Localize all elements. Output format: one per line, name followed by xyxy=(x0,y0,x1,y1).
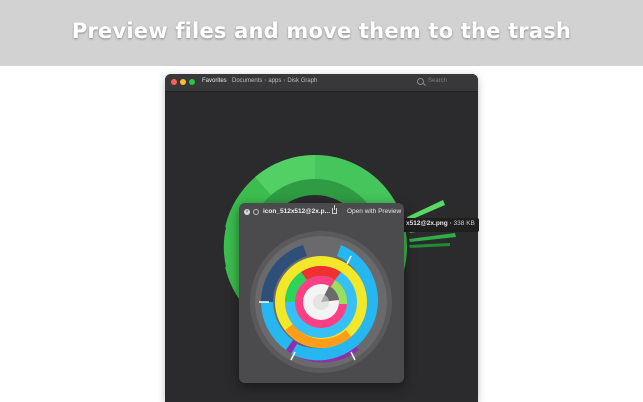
quick-look-panel: × icon_512x512@2x.p... Open with Preview xyxy=(239,203,404,383)
hover-tooltip: x512@2x.png · 338 KB xyxy=(402,218,479,232)
close-icon[interactable]: × xyxy=(244,209,250,215)
search-placeholder: Search xyxy=(428,78,448,84)
minimize-window-button[interactable] xyxy=(180,79,186,85)
breadcrumb-separator: › xyxy=(264,78,267,84)
sunburst-slice[interactable] xyxy=(409,233,456,242)
tooltip-size: 338 KB xyxy=(453,220,475,227)
search-field[interactable]: Search xyxy=(417,78,469,88)
expand-icon[interactable] xyxy=(253,209,259,215)
open-with-preview-button[interactable]: Open with Preview xyxy=(347,208,401,215)
quick-look-filename: icon_512x512@2x.p... xyxy=(263,208,331,215)
sunburst-slice[interactable] xyxy=(409,243,450,248)
favorites-button[interactable]: Favorites xyxy=(202,78,227,84)
breadcrumb-separator: › xyxy=(283,78,286,84)
share-icon[interactable] xyxy=(332,205,337,214)
close-window-button[interactable] xyxy=(171,79,177,85)
banner-title: Preview files and move them to the trash xyxy=(71,19,572,43)
search-icon xyxy=(417,78,424,85)
breadcrumb-item-apps[interactable]: apps xyxy=(268,78,281,84)
breadcrumb-item-documents[interactable]: Documents xyxy=(232,78,262,84)
tooltip-filename: x512@2x.png xyxy=(406,220,448,227)
window-titlebar: Favorites Documents › apps › Disk Graph Sear… xyxy=(165,74,478,92)
quick-look-toolbar: × icon_512x512@2x.p... Open with Preview xyxy=(239,203,404,221)
zoom-window-button[interactable] xyxy=(189,79,195,85)
app-icon-preview xyxy=(250,231,392,373)
promo-banner: Preview files and move them to the trash xyxy=(0,0,643,66)
breadcrumb: Documents › apps › Disk Graph xyxy=(232,78,317,84)
breadcrumb-item-disk-graph[interactable]: Disk Graph xyxy=(287,78,317,84)
